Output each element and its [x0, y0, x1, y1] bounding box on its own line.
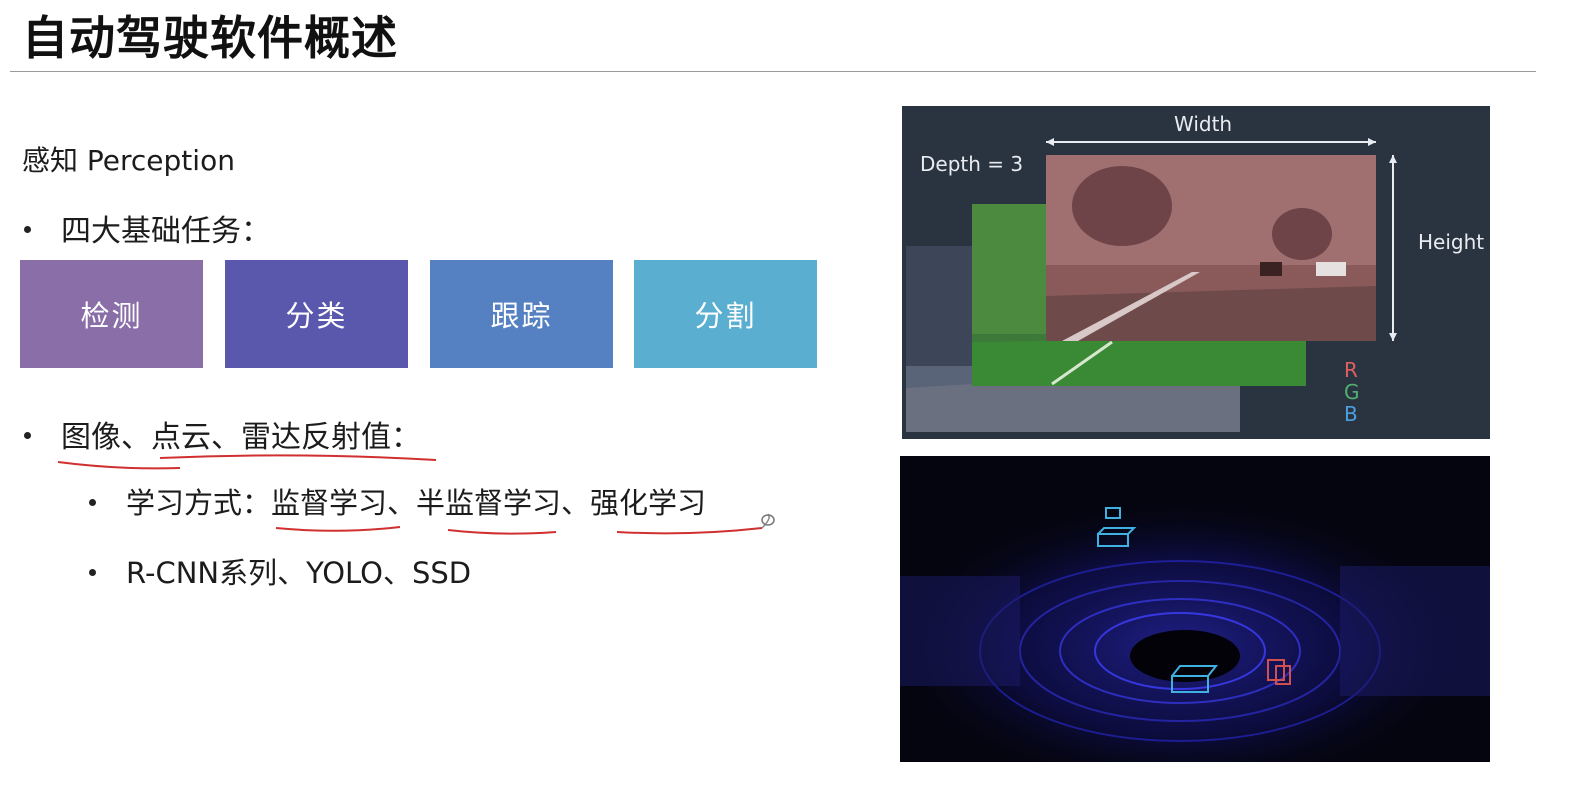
bullet-dot — [89, 568, 96, 576]
task-tile-detection: 检测 — [20, 260, 203, 368]
tile-label: 跟踪 — [490, 299, 553, 333]
lidar-point-cloud-image — [900, 456, 1490, 762]
data-sources-label: 图像、点云、雷达反射值： — [61, 420, 421, 455]
bullet-dot — [89, 498, 96, 506]
channel-g-label: G — [1344, 380, 1360, 404]
task-tile-segmentation: 分割 — [634, 260, 817, 368]
title-divider — [10, 71, 1536, 72]
task-tile-tracking: 跟踪 — [430, 260, 613, 368]
tasks-bullet: 四大基础任务： — [24, 206, 271, 250]
lidar-svg — [900, 496, 1490, 762]
page-title: 自动驾驶软件概述 — [22, 11, 398, 65]
channel-r-label: R — [1344, 358, 1358, 382]
bullet-dot — [24, 226, 31, 233]
learning-label: 学习方式：监督学习、半监督学习、强化学习 — [126, 486, 707, 520]
models-label: R-CNN系列、YOLO、SSD — [126, 556, 472, 590]
models-bullet: R-CNN系列、YOLO、SSD — [89, 550, 471, 592]
depth-label: Depth = 3 — [920, 152, 1024, 176]
learning-bullet: 学习方式：监督学习、半监督学习、强化学习 — [89, 480, 706, 522]
tasks-label: 四大基础任务： — [61, 214, 271, 249]
rgb-image-figure: Width Depth = 3 Height R G B — [902, 106, 1490, 439]
tile-label: 检测 — [80, 299, 143, 333]
width-label: Width — [1174, 112, 1233, 136]
tile-label: 分割 — [694, 299, 757, 333]
data-sources-bullet: 图像、点云、雷达反射值： — [24, 412, 421, 456]
channel-b-label: B — [1344, 402, 1358, 426]
bullet-dot — [24, 432, 31, 439]
height-label: Height — [1418, 230, 1485, 254]
task-tile-classification: 分类 — [225, 260, 408, 368]
tile-label: 分类 — [285, 299, 348, 333]
section-heading: 感知 Perception — [22, 144, 235, 177]
